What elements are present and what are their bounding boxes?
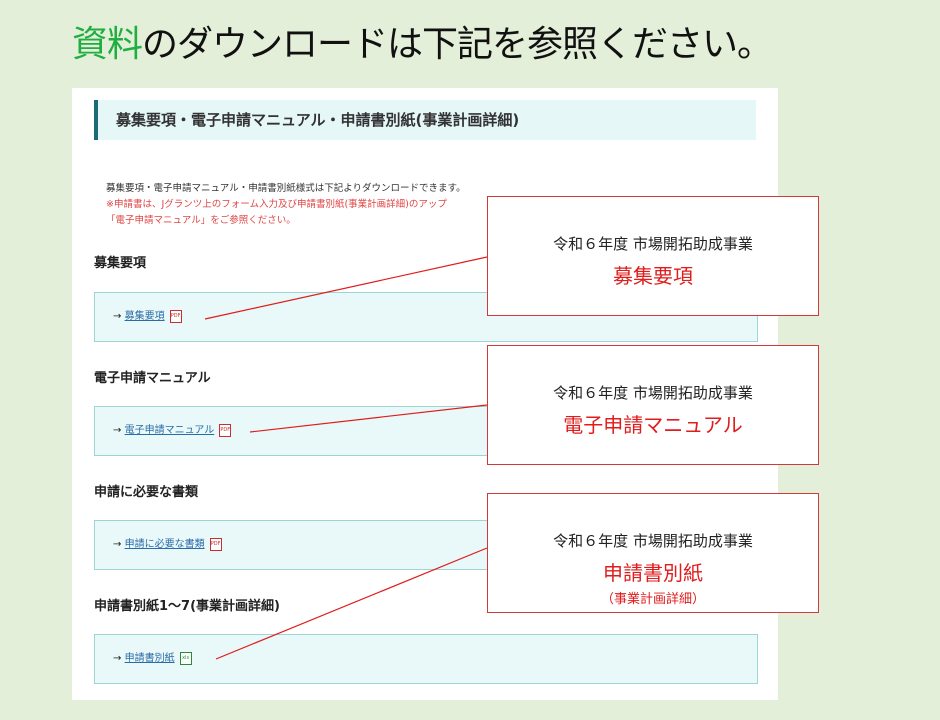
callout-title: 申請書別紙 [603, 561, 703, 585]
headline-text: のダウンロードは下記を参照ください。 [142, 24, 773, 65]
xls-icon[interactable]: xls [179, 651, 192, 665]
arrow-icon: → [113, 653, 122, 664]
callout-manual: 令和６年度 市場開拓助成事業 電子申請マニュアル [487, 345, 819, 465]
callout-application-forms: 令和６年度 市場開拓助成事業 申請書別紙 （事業計画詳細） [487, 493, 819, 613]
intro-note-line-3: 「電子申請マニュアル」をご参照ください。 [106, 215, 296, 226]
link-application-forms[interactable]: 申請書別紙 [125, 653, 175, 664]
callout-title: 電子申請マニュアル [563, 413, 743, 437]
callout-subtitle: 令和６年度 市場開拓助成事業 [553, 532, 753, 550]
heading-application-forms: 申請書別紙1〜7(事業計画詳細) [94, 599, 280, 614]
section-title: 募集要項・電子申請マニュアル・申請書別紙(事業計画詳細) [94, 100, 756, 140]
link-required-docs[interactable]: 申請に必要な書類 [125, 539, 205, 550]
heading-guidelines: 募集要項 [94, 256, 147, 271]
intro-text: 募集要項・電子申請マニュアル・申請書別紙様式は下記よりダウンロードできます。 ※… [106, 181, 466, 229]
pdf-icon[interactable]: PDF [209, 537, 222, 551]
pdf-icon[interactable]: PDF [169, 309, 182, 323]
arrow-icon: → [113, 539, 122, 550]
callout-subtitle: 令和６年度 市場開拓助成事業 [553, 384, 753, 402]
heading-required-docs: 申請に必要な書類 [94, 485, 199, 500]
link-manual[interactable]: 電子申請マニュアル [125, 425, 215, 436]
callout-subtitle: 令和６年度 市場開拓助成事業 [553, 235, 753, 253]
arrow-icon: → [113, 311, 122, 322]
callout-title: 募集要項 [613, 264, 693, 288]
intro-note-line-2: ※申請書は、Jグランツ上のフォーム入力及び申請書別紙(事業計画詳細)のアップ [106, 199, 447, 210]
intro-line-1: 募集要項・電子申請マニュアル・申請書別紙様式は下記よりダウンロードできます。 [106, 183, 466, 194]
download-box-application-forms: → 申請書別紙 xls [94, 634, 758, 684]
pdf-icon[interactable]: PDF [219, 423, 232, 437]
arrow-icon: → [113, 425, 122, 436]
callout-guidelines: 令和６年度 市場開拓助成事業 募集要項 [487, 196, 819, 316]
callout-detail: （事業計画詳細） [600, 592, 705, 607]
heading-manual: 電子申請マニュアル [94, 371, 211, 386]
link-guidelines[interactable]: 募集要項 [125, 311, 165, 322]
page-headline: 資料のダウンロードは下記を参照ください。 [72, 18, 773, 72]
headline-accent: 資料 [72, 24, 143, 65]
